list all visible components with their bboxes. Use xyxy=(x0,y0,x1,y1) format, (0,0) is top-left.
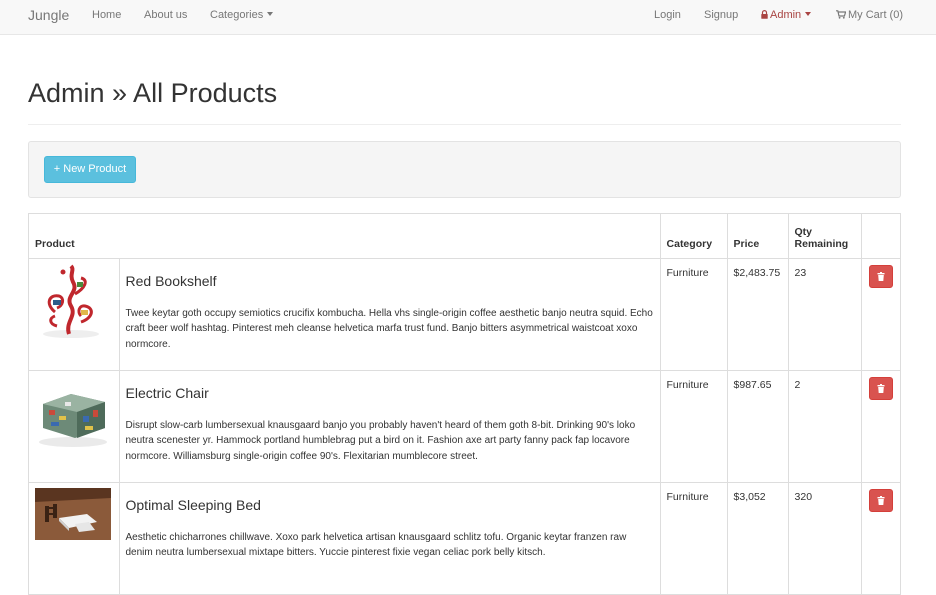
new-product-button[interactable]: + New Product xyxy=(44,156,136,183)
nav-about[interactable]: About us xyxy=(144,9,187,21)
product-name[interactable]: Optimal Sleeping Bed xyxy=(126,497,654,513)
table-row: Electric Chair Disrupt slow-carb lumbers… xyxy=(29,369,901,483)
delete-button[interactable] xyxy=(868,264,893,288)
product-info-cell: Optimal Sleeping Bed Aesthetic chicharro… xyxy=(118,481,661,595)
product-image-cell xyxy=(29,257,120,371)
caret-down-icon xyxy=(805,12,812,16)
table-header-row: Product Category Price Qty Remaining xyxy=(29,214,901,259)
products-table: Product Category Price Qty Remaining Red… xyxy=(28,213,901,595)
header-qty-line2: Remaining xyxy=(794,237,849,250)
product-actions-cell xyxy=(860,369,901,483)
product-qty: 2 xyxy=(787,369,862,483)
nav-home[interactable]: Home xyxy=(92,9,121,21)
title-divider xyxy=(28,124,901,125)
header-actions xyxy=(860,214,901,259)
nav-categories-label: Categories xyxy=(210,9,264,21)
header-qty-remaining: Qty Remaining xyxy=(787,214,862,259)
nav-login[interactable]: Login xyxy=(654,9,681,21)
nav-signup[interactable]: Signup xyxy=(704,9,738,21)
sleeping-bed-image xyxy=(35,487,111,540)
product-image-cell xyxy=(29,481,120,595)
product-price: $3,052 xyxy=(726,481,789,595)
caret-down-icon xyxy=(267,12,274,16)
navbar: Jungle Home About us Categories Login Si… xyxy=(0,0,936,35)
delete-button[interactable] xyxy=(868,488,893,512)
product-category: Furniture xyxy=(659,481,728,595)
product-name[interactable]: Red Bookshelf xyxy=(126,273,654,289)
product-category: Furniture xyxy=(659,257,728,371)
product-category: Furniture xyxy=(659,369,728,483)
cart-icon xyxy=(836,10,846,19)
product-price: $2,483.75 xyxy=(726,257,789,371)
product-description: Disrupt slow-carb lumbersexual knausgaar… xyxy=(125,419,636,462)
lock-icon xyxy=(761,10,768,19)
brand-logo[interactable]: Jungle xyxy=(28,7,69,23)
trash-icon xyxy=(877,495,885,505)
header-product: Product xyxy=(29,214,661,259)
nav-admin-label: Admin xyxy=(770,9,802,21)
product-description: Twee keytar goth occupy semiotics crucif… xyxy=(125,307,653,350)
product-image-cell xyxy=(29,369,120,483)
product-qty: 23 xyxy=(787,257,862,371)
product-price: $987.65 xyxy=(726,369,789,483)
product-actions-cell xyxy=(860,481,901,595)
header-qty-line1: Qty xyxy=(794,225,813,238)
product-actions-cell xyxy=(860,257,901,371)
red-bookshelf-image xyxy=(35,263,111,340)
delete-button[interactable] xyxy=(868,376,893,400)
product-info-cell: Electric Chair Disrupt slow-carb lumbers… xyxy=(118,369,661,483)
nav-categories-dropdown[interactable]: Categories xyxy=(210,9,274,21)
page-title: Admin » All Products xyxy=(28,78,278,108)
trash-icon xyxy=(877,271,885,281)
nav-admin-dropdown[interactable]: Admin xyxy=(761,9,812,21)
nav-cart-label: My Cart (0) xyxy=(848,9,903,21)
product-qty: 320 xyxy=(787,481,862,595)
header-category: Category xyxy=(659,214,728,259)
header-price: Price xyxy=(726,214,789,259)
product-info-cell: Red Bookshelf Twee keytar goth occupy se… xyxy=(118,257,661,371)
nav-cart[interactable]: My Cart (0) xyxy=(836,9,903,21)
trash-icon xyxy=(877,383,885,393)
table-row: Optimal Sleeping Bed Aesthetic chicharro… xyxy=(29,481,901,595)
electric-chair-image xyxy=(35,375,111,452)
actions-well: + New Product xyxy=(28,141,901,198)
product-name[interactable]: Electric Chair xyxy=(126,385,654,401)
product-description: Aesthetic chicharrones chillwave. Xoxo p… xyxy=(125,531,627,559)
table-row: Red Bookshelf Twee keytar goth occupy se… xyxy=(29,257,901,371)
